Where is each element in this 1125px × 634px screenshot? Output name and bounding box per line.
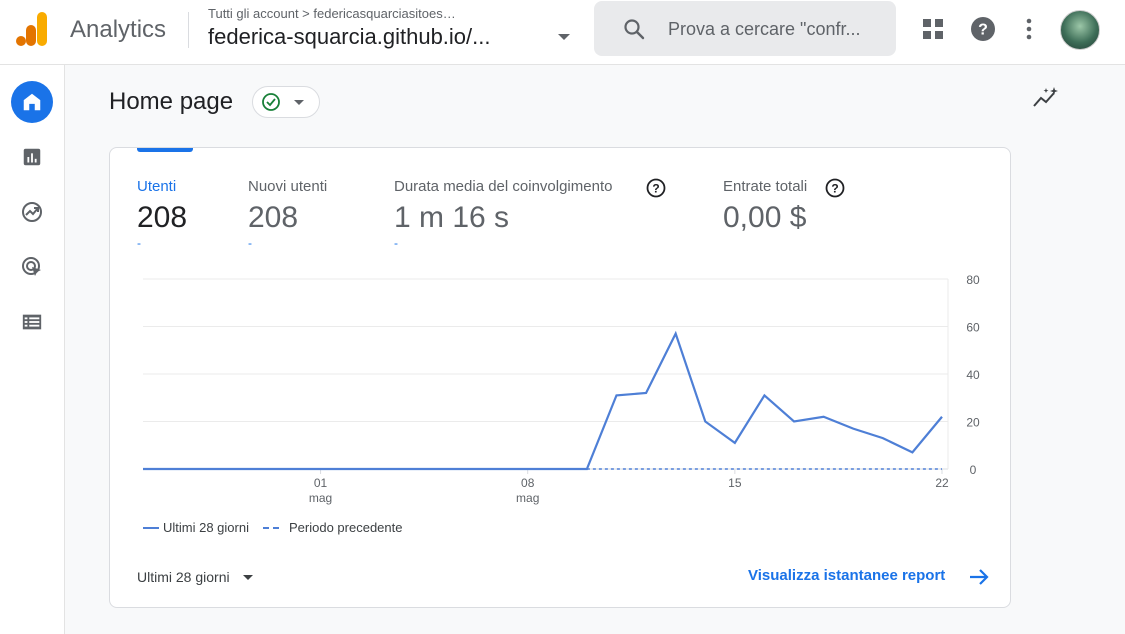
x-tick-label: mag xyxy=(516,491,539,505)
x-tick-label: 15 xyxy=(728,476,742,490)
date-range-selector[interactable]: Ultimi 28 giorni xyxy=(137,569,230,585)
x-tick-label: 08 xyxy=(521,476,535,490)
view-reports-link[interactable]: Visualizza istantanee report xyxy=(748,567,945,584)
legend-label-current: Ultimi 28 giorni xyxy=(163,520,249,535)
y-tick-label: 20 xyxy=(966,416,980,430)
y-tick-label: 40 xyxy=(966,368,980,382)
y-tick-label: 60 xyxy=(966,321,980,335)
legend-swatch-current xyxy=(143,527,159,529)
y-tick-label: 80 xyxy=(966,273,980,287)
legend-swatch-previous xyxy=(273,527,279,529)
legend-label-previous: Periodo precedente xyxy=(289,520,403,535)
chevron-down-icon[interactable] xyxy=(243,575,253,580)
legend-swatch-previous xyxy=(263,527,269,529)
x-tick-label: 01 xyxy=(314,476,328,490)
y-tick-label: 0 xyxy=(970,463,977,477)
users-line-chart: 02040608001mag08mag15 22 xyxy=(143,273,980,505)
series-line-current xyxy=(143,330,943,471)
x-tick-label: mag xyxy=(309,491,332,505)
x-tick-label: 22 xyxy=(935,476,949,490)
arrow-forward-icon[interactable] xyxy=(968,568,990,586)
